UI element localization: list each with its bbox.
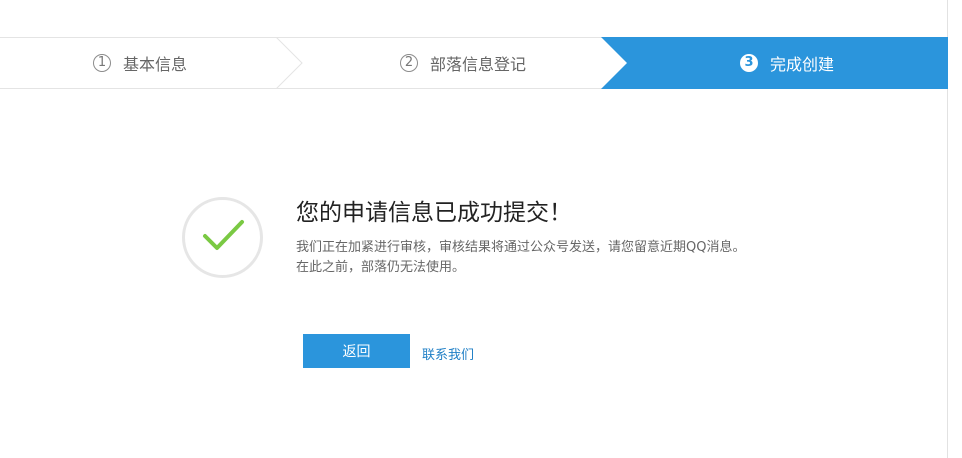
- description-unavailable-notice: 在此之前，部落仍无法使用。: [296, 260, 466, 275]
- description-review-notice: 我们正在加紧进行审核，审核结果将通过公众号发送，请您留意近期QQ消息。: [296, 240, 746, 255]
- back-button[interactable]: 返回: [303, 334, 410, 368]
- step-complete: 3 完成创建: [740, 37, 834, 88]
- step-number: 2: [400, 53, 418, 72]
- contact-us-link[interactable]: 联系我们: [422, 344, 474, 363]
- step-number: 1: [93, 53, 111, 72]
- main-panel: 1 基本信息 2 部落信息登记 3 完成创建 您的申请信息已成功提交！ 我们正在…: [0, 0, 948, 458]
- success-title: 您的申请信息已成功提交！: [296, 200, 572, 226]
- step-label: 基本信息: [123, 54, 188, 74]
- checkmark-icon: [182, 197, 263, 278]
- step-progress-bar: 1 基本信息 2 部落信息登记 3 完成创建: [0, 37, 948, 89]
- step-label: 部落信息登记: [430, 54, 527, 74]
- success-description: 我们正在加紧进行审核，审核结果将通过公众号发送，请您留意近期QQ消息。 在此之前…: [296, 238, 762, 278]
- step-number: 3: [740, 53, 758, 72]
- step-basic-info: 1 基本信息: [93, 37, 187, 88]
- step-label: 完成创建: [770, 54, 835, 74]
- step-tribe-registration: 2 部落信息登记: [400, 37, 526, 88]
